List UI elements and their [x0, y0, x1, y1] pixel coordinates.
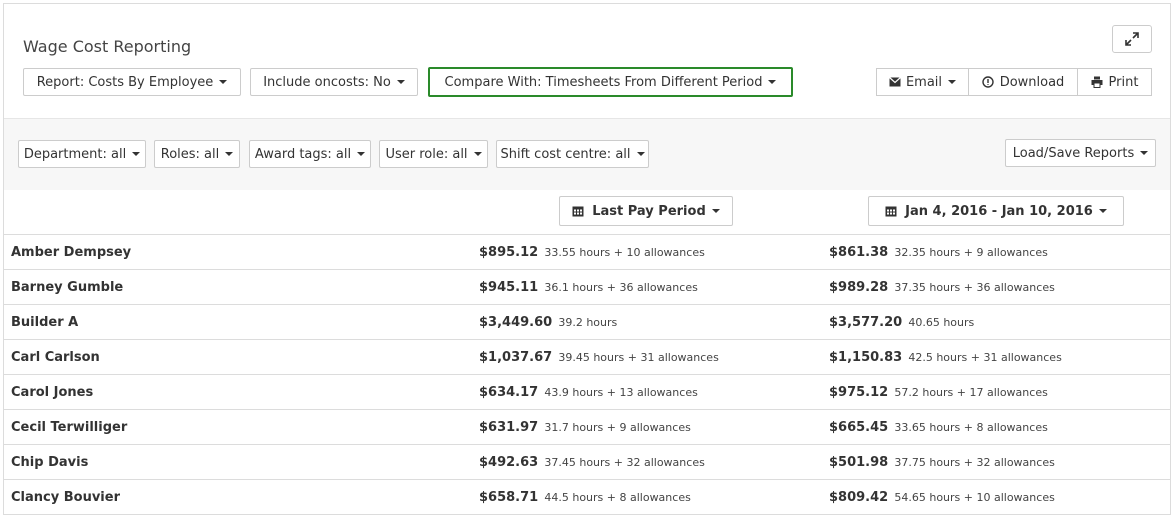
- period-2-cost: $861.38: [829, 245, 889, 260]
- award-tags-filter[interactable]: Award tags: all: [249, 140, 371, 168]
- period-1-detail: 31.7 hours + 9 allowances: [544, 421, 691, 434]
- roles-filter[interactable]: Roles: all: [154, 140, 240, 168]
- period-1-cost: $492.63: [479, 455, 539, 470]
- table-row[interactable]: Cecil Terwilliger $631.97 31.7 hours + 9…: [4, 410, 1170, 445]
- department-filter-label: Department: all: [23, 146, 127, 162]
- email-label: Email: [905, 74, 943, 90]
- period-2-detail: 40.65 hours: [908, 316, 975, 329]
- email-button[interactable]: Email: [876, 68, 969, 96]
- user-role-filter-label: User role: all: [385, 146, 468, 162]
- employee-name: Builder A: [11, 315, 79, 330]
- period-2-detail: 37.75 hours + 32 allowances: [894, 456, 1055, 469]
- print-button[interactable]: Print: [1077, 68, 1152, 96]
- chevron-down-icon: [219, 80, 228, 84]
- period-1-cost: $945.11: [479, 280, 539, 295]
- load-save-reports-label: Load/Save Reports: [1012, 145, 1135, 161]
- chevron-down-icon: [1140, 151, 1149, 155]
- include-oncosts-dropdown[interactable]: Include oncosts: No: [250, 68, 418, 96]
- period-2-detail: 33.65 hours + 8 allowances: [894, 421, 1048, 434]
- period-1-detail: 37.45 hours + 32 allowances: [544, 456, 705, 469]
- table-row[interactable]: Carl Carlson $1,037.67 39.45 hours + 31 …: [4, 340, 1170, 375]
- department-filter[interactable]: Department: all: [18, 140, 146, 168]
- period-1-detail: 43.9 hours + 13 allowances: [544, 386, 698, 399]
- period-2-cost: $1,150.83: [829, 350, 903, 365]
- chevron-down-icon: [711, 209, 720, 213]
- period-1-cost: $3,449.60: [479, 315, 553, 330]
- period-left-dropdown[interactable]: Last Pay Period: [559, 196, 733, 226]
- roles-filter-label: Roles: all: [160, 146, 220, 162]
- period-2-detail: 37.35 hours + 36 allowances: [894, 281, 1055, 294]
- chevron-down-icon: [948, 80, 957, 84]
- page-title: Wage Cost Reporting: [23, 37, 192, 56]
- period-1-cost: $631.97: [479, 420, 539, 435]
- period-right-label: Jan 4, 2016 - Jan 10, 2016: [905, 203, 1093, 219]
- chevron-down-icon: [1098, 209, 1107, 213]
- period-1-detail: 39.45 hours + 31 allowances: [558, 351, 719, 364]
- report-panel: Wage Cost Reporting Report: Costs By Emp…: [3, 3, 1171, 515]
- chevron-down-icon: [132, 152, 141, 156]
- download-circle-icon: [981, 76, 994, 88]
- download-button[interactable]: Download: [969, 68, 1078, 96]
- chevron-down-icon: [225, 152, 234, 156]
- employee-name: Chip Davis: [11, 455, 89, 470]
- period-1-detail: 44.5 hours + 8 allowances: [544, 491, 691, 504]
- period-left-label: Last Pay Period: [592, 203, 706, 219]
- include-oncosts-label: Include oncosts: No: [263, 74, 391, 90]
- chevron-down-icon: [768, 80, 777, 84]
- period-2-cost: $501.98: [829, 455, 889, 470]
- period-2-detail: 32.35 hours + 9 allowances: [894, 246, 1048, 259]
- period-2-cost: $665.45: [829, 420, 889, 435]
- chevron-down-icon: [396, 80, 405, 84]
- period-2-detail: 42.5 hours + 31 allowances: [908, 351, 1062, 364]
- period-2-cost: $809.42: [829, 490, 889, 505]
- chevron-down-icon: [636, 152, 645, 156]
- table-row[interactable]: Barney Gumble $945.11 36.1 hours + 36 al…: [4, 270, 1170, 305]
- period-2-cost: $3,577.20: [829, 315, 903, 330]
- employee-name: Clancy Bouvier: [11, 490, 120, 505]
- employee-name: Cecil Terwilliger: [11, 420, 128, 435]
- chevron-down-icon: [357, 152, 366, 156]
- table-row[interactable]: Amber Dempsey $895.12 33.55 hours + 10 a…: [4, 235, 1170, 270]
- employee-name: Amber Dempsey: [11, 245, 132, 260]
- compare-with-label: Compare With: Timesheets From Different …: [444, 74, 763, 90]
- shift-cost-centre-filter[interactable]: Shift cost centre: all: [496, 140, 649, 168]
- shift-cost-centre-filter-label: Shift cost centre: all: [500, 146, 631, 162]
- employee-name: Carl Carlson: [11, 350, 100, 365]
- print-label: Print: [1108, 74, 1139, 90]
- award-tags-filter-label: Award tags: all: [254, 146, 352, 162]
- period-1-cost: $895.12: [479, 245, 539, 260]
- report-type-dropdown[interactable]: Report: Costs By Employee: [23, 68, 241, 96]
- period-1-detail: 39.2 hours: [558, 316, 618, 329]
- employee-name: Carol Jones: [11, 385, 94, 400]
- expand-icon: [1125, 32, 1139, 46]
- printer-icon: [1091, 76, 1103, 88]
- chevron-down-icon: [473, 152, 482, 156]
- employee-table: Amber Dempsey $895.12 33.55 hours + 10 a…: [4, 235, 1170, 515]
- period-right-dropdown[interactable]: Jan 4, 2016 - Jan 10, 2016: [868, 196, 1124, 226]
- expand-button[interactable]: [1112, 25, 1152, 53]
- compare-with-dropdown[interactable]: Compare With: Timesheets From Different …: [428, 67, 793, 97]
- load-save-reports-button[interactable]: Load/Save Reports: [1005, 139, 1156, 167]
- period-1-detail: 36.1 hours + 36 allowances: [544, 281, 698, 294]
- report-type-label: Report: Costs By Employee: [36, 74, 214, 90]
- period-2-cost: $989.28: [829, 280, 889, 295]
- user-role-filter[interactable]: User role: all: [379, 140, 488, 168]
- period-1-cost: $658.71: [479, 490, 539, 505]
- employee-name: Barney Gumble: [11, 280, 124, 295]
- envelope-icon: [889, 77, 901, 87]
- calendar-icon: [885, 205, 897, 217]
- filter-bar: Department: all Roles: all Award tags: a…: [4, 118, 1170, 190]
- table-row[interactable]: Chip Davis $492.63 37.45 hours + 32 allo…: [4, 445, 1170, 480]
- table-row[interactable]: Builder A $3,449.60 39.2 hours $3,577.20…: [4, 305, 1170, 340]
- period-2-detail: 57.2 hours + 17 allowances: [894, 386, 1048, 399]
- period-1-cost: $634.17: [479, 385, 539, 400]
- period-1-detail: 33.55 hours + 10 allowances: [544, 246, 705, 259]
- download-label: Download: [999, 74, 1065, 90]
- table-row[interactable]: Clancy Bouvier $658.71 44.5 hours + 8 al…: [4, 480, 1170, 515]
- period-2-cost: $975.12: [829, 385, 889, 400]
- period-2-detail: 54.65 hours + 10 allowances: [894, 491, 1055, 504]
- period-1-cost: $1,037.67: [479, 350, 553, 365]
- table-row[interactable]: Carol Jones $634.17 43.9 hours + 13 allo…: [4, 375, 1170, 410]
- calendar-icon: [572, 205, 584, 217]
